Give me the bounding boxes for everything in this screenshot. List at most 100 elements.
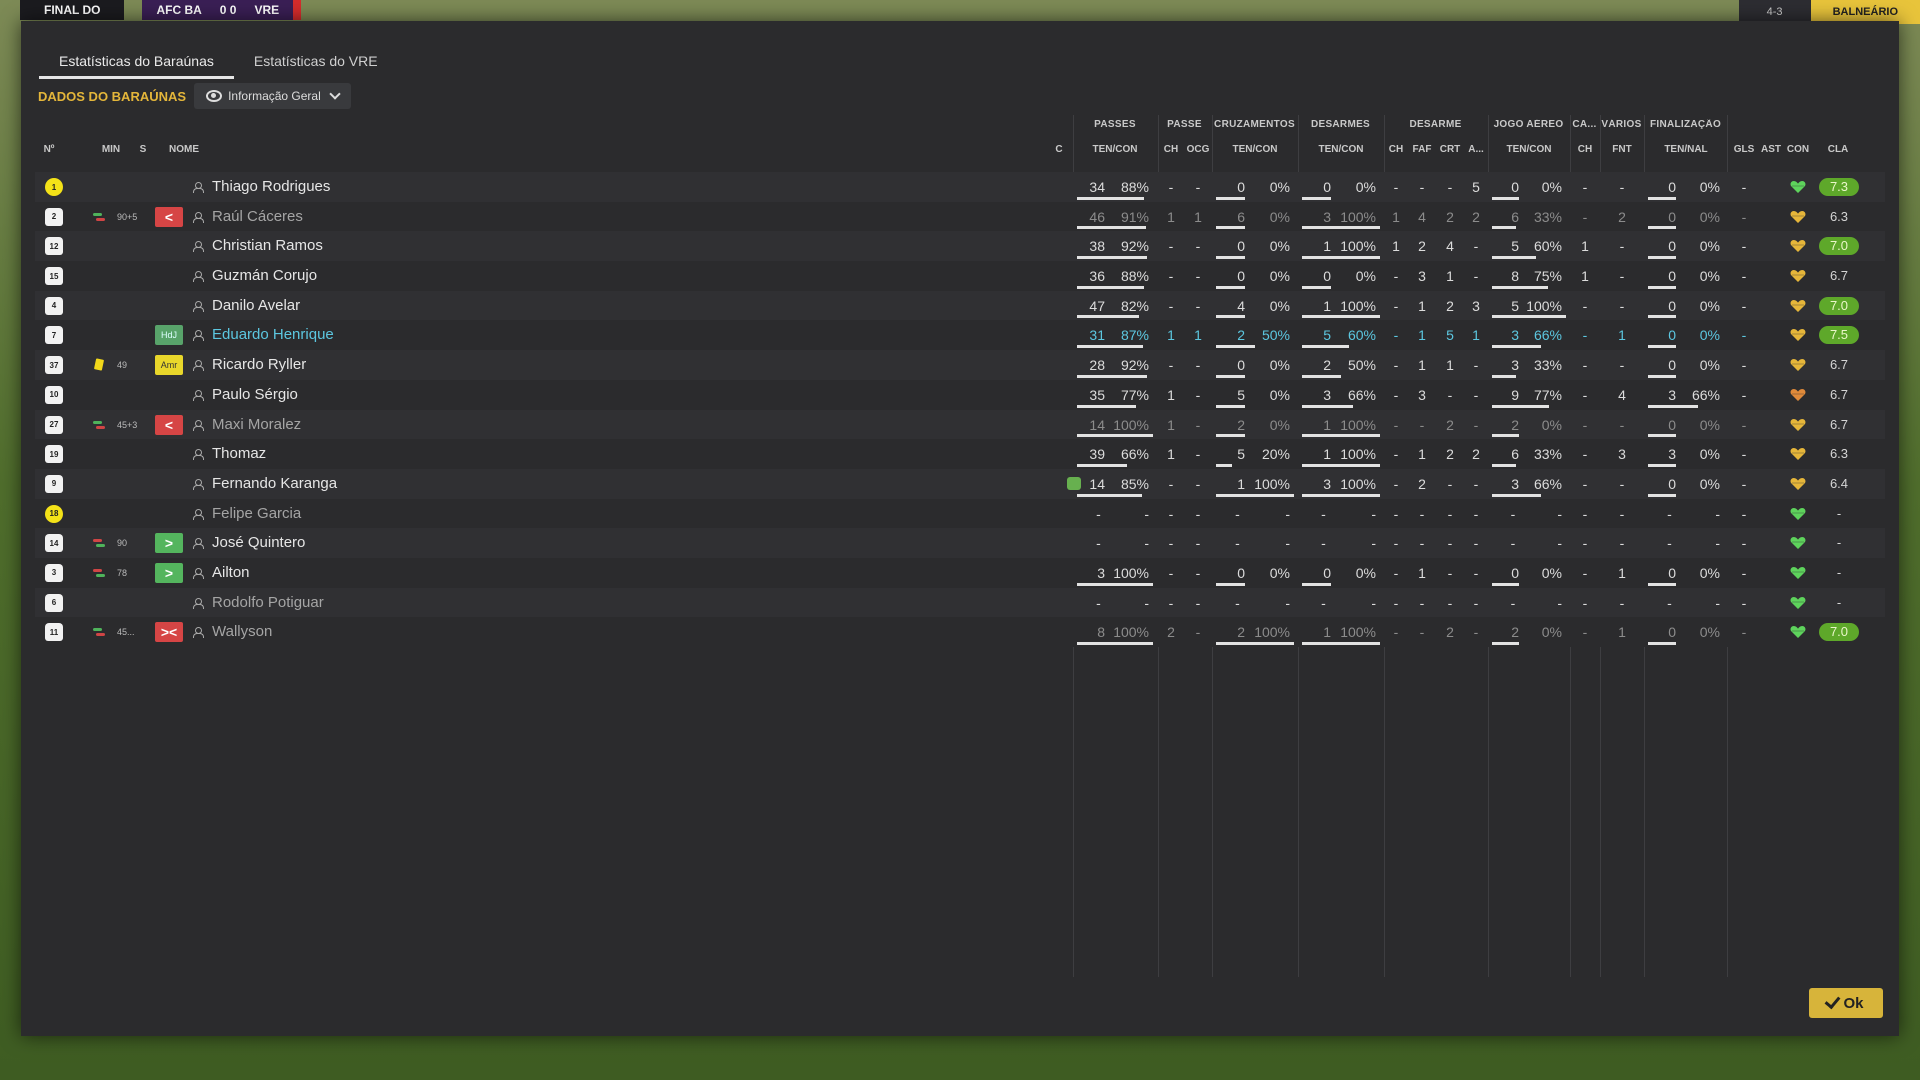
stat-fnt: -	[1619, 416, 1625, 433]
success-bar	[1648, 374, 1676, 378]
player-name[interactable]: Guzmán Corujo	[212, 261, 317, 291]
table-row[interactable]: 2 90+5 < Raúl Cáceres 46 91% 1 1 6 0% 3 100% 1 4 2 2 6 33…	[35, 201, 1885, 232]
column-header-dch[interactable]: CH	[1384, 144, 1408, 155]
column-header-min[interactable]: MIN	[91, 144, 131, 155]
stat-aer-pct: 0%	[1541, 624, 1562, 641]
match-rating: 6.7	[1829, 357, 1849, 373]
shirt-icon: 7	[45, 326, 63, 345]
column-header-cruz[interactable]: TEN/CON	[1212, 144, 1298, 155]
column-header-cach[interactable]: CH	[1570, 144, 1600, 155]
group-header: VÁRIOS	[1601, 119, 1642, 130]
success-bar	[1648, 642, 1676, 645]
stat-pch: -	[1168, 505, 1174, 522]
stat-cach: 1	[1581, 268, 1589, 285]
stat-aer-pct: 60%	[1533, 238, 1562, 255]
minutes	[93, 588, 147, 618]
column-header-fin[interactable]: TEN/NAL	[1644, 144, 1728, 155]
success-bar	[1648, 404, 1698, 408]
table-row[interactable]: 7 HdJ Eduardo Henrique 31 87% 1 1 2 50% 5 60% -1 5 1 3…	[35, 320, 1885, 351]
success-bar	[1077, 285, 1144, 289]
table-row[interactable]: 12 Christian Ramos 38 92% - -0 0% 1 100% 1 2 4-5 60%…	[35, 231, 1885, 262]
stat-passes: 46 91%	[1077, 202, 1153, 232]
column-header-dfaf[interactable]: FAF	[1408, 144, 1436, 155]
column-header-gls[interactable]: GLS	[1731, 144, 1757, 155]
column-header-ast[interactable]: AST	[1758, 144, 1784, 155]
column-header-con[interactable]: CON	[1783, 144, 1813, 155]
success-bar	[1492, 315, 1566, 319]
column-header-pch[interactable]: CH	[1158, 144, 1184, 155]
success-bar	[1216, 374, 1245, 378]
tab-away-stats[interactable]: Estatísticas do VRE	[234, 49, 398, 79]
stat-dch: -	[1393, 297, 1399, 314]
player-icon	[193, 182, 204, 193]
table-row[interactable]: 11 45... >< Wallyson 8 100% 2-2 100% 1 100% - -2-2 0…	[35, 617, 1885, 647]
column-header-fnt[interactable]: FNT	[1600, 144, 1644, 155]
stat-fin: 0 0%	[1648, 320, 1724, 350]
view-dropdown[interactable]: Informação Geral	[194, 83, 351, 109]
shirt-number: 10	[45, 385, 65, 404]
column-header-cla[interactable]: CLA	[1819, 144, 1857, 155]
stat-cach: -	[1582, 535, 1588, 552]
stat-aer: 0 0%	[1492, 172, 1566, 202]
player-name[interactable]: Ailton	[212, 558, 250, 588]
stat-pocg: -	[1195, 535, 1201, 552]
column-header-dcrt[interactable]: CRT	[1436, 144, 1464, 155]
table-row[interactable]: 10 Paulo Sérgio 35 77% 1-5 0% 3 66% -3- -9 77% -4 3 6…	[35, 379, 1885, 410]
stat-pch: 1	[1167, 446, 1175, 463]
table-row[interactable]: 4 Danilo Avelar 47 82% - -4 0% 1 100% -1 2 3 5 100% - -…	[35, 290, 1885, 321]
player-name[interactable]: Danilo Avelar	[212, 291, 300, 321]
success-bar	[1077, 493, 1142, 497]
column-header-passes[interactable]: TEN/CON	[1073, 144, 1157, 155]
tab-home-stats[interactable]: Estatísticas do Baraúnas	[39, 49, 234, 79]
stat-da: -	[1473, 238, 1479, 255]
column-header-s[interactable]: S	[133, 144, 153, 155]
table-row[interactable]: 3 78 > Ailton 3 100% - -0 0% 0 0% -1- -0 0% -1 0 0% - -	[35, 557, 1885, 588]
shirt-icon: 2	[45, 207, 63, 226]
table-row[interactable]: 37 49 Amr Ricardo Ryller 28 92% - -0 0% 2 50% -1 1-3…	[35, 350, 1885, 380]
column-header-num[interactable]: Nº	[35, 144, 63, 155]
player-name[interactable]: Fernando Karanga	[212, 469, 337, 499]
player-name[interactable]: Ricardo Ryller	[212, 350, 306, 380]
ok-button[interactable]: Ok	[1809, 988, 1883, 1018]
minutes-value: 49	[117, 360, 128, 371]
success-bar	[1648, 582, 1676, 586]
stat-des: --	[1302, 499, 1380, 529]
stat-des: 1 100%	[1302, 410, 1380, 440]
stat-fin-pct: 0%	[1699, 238, 1720, 255]
table-row[interactable]: 19 Thomaz 39 66% 1-5 20% 1 100% -1 2 2 6 33% -3 3 0% -6.…	[35, 439, 1885, 469]
player-name[interactable]: Paulo Sérgio	[212, 380, 298, 410]
column-header-da[interactable]: A...	[1464, 144, 1488, 155]
column-header-pocg[interactable]: OCG	[1184, 144, 1212, 155]
stat-aer-pct: -	[1557, 505, 1562, 522]
player-name[interactable]: Rodolfo Potiguar	[212, 588, 324, 618]
table-row[interactable]: 18 Felipe Garcia - - - - - - - - - - - - - - - - - - - -	[35, 498, 1885, 529]
column-header-aer[interactable]: TEN/CON	[1488, 144, 1570, 155]
table-row[interactable]: 9 Fernando Karanga 14 85% - -1 100% 3 100% -2- -3 6…	[35, 468, 1885, 499]
stat-cruz: 5 0%	[1216, 380, 1294, 410]
stat-fnt: -	[1619, 268, 1625, 285]
column-header-des[interactable]: TEN/CON	[1298, 144, 1384, 155]
player-name[interactable]: Eduardo Henrique	[212, 320, 334, 350]
column-header-name[interactable]: NOME	[169, 144, 229, 155]
table-row[interactable]: 15 Guzmán Corujo 36 88% - -0 0% 0 0% -3 1-8 75% 1-0 0…	[35, 261, 1885, 291]
column-header-c[interactable]: C	[1049, 144, 1069, 155]
stat-dcrt: 2	[1446, 624, 1454, 641]
table-row[interactable]: 27 45+3 < Maxi Moralez 14 100% 1-2 0% 1 100% - -2-2…	[35, 409, 1885, 440]
stat-da: 1	[1472, 327, 1480, 344]
table-row[interactable]: 14 90 > José Quintero - - - - - - - - - - - - - - - - - - - -	[35, 528, 1885, 558]
player-name[interactable]: Wallyson	[212, 617, 272, 647]
player-name[interactable]: Raúl Cáceres	[212, 202, 303, 232]
shirt-icon: 19	[45, 445, 63, 464]
stat-fin: 0 0%	[1648, 469, 1724, 499]
player-name[interactable]: Maxi Moralez	[212, 410, 301, 440]
player-name[interactable]: José Quintero	[212, 528, 305, 558]
player-name[interactable]: Christian Ramos	[212, 231, 323, 261]
table-row[interactable]: 6 Rodolfo Potiguar - - - - - - - - - - - - - - - - - - - -	[35, 587, 1885, 618]
player-name[interactable]: Thomaz	[212, 439, 266, 469]
player-name[interactable]: Thiago Rodrigues	[212, 172, 330, 202]
player-name[interactable]: Felipe Garcia	[212, 499, 301, 529]
stat-fin-pct: 0%	[1699, 297, 1720, 314]
stat-da: -	[1473, 386, 1479, 403]
table-row[interactable]: 1 Thiago Rodrigues 34 88% - -0 0% 0 0% - - -5 0 0% - -0…	[35, 172, 1885, 202]
stat-dcrt: 2	[1446, 446, 1454, 463]
